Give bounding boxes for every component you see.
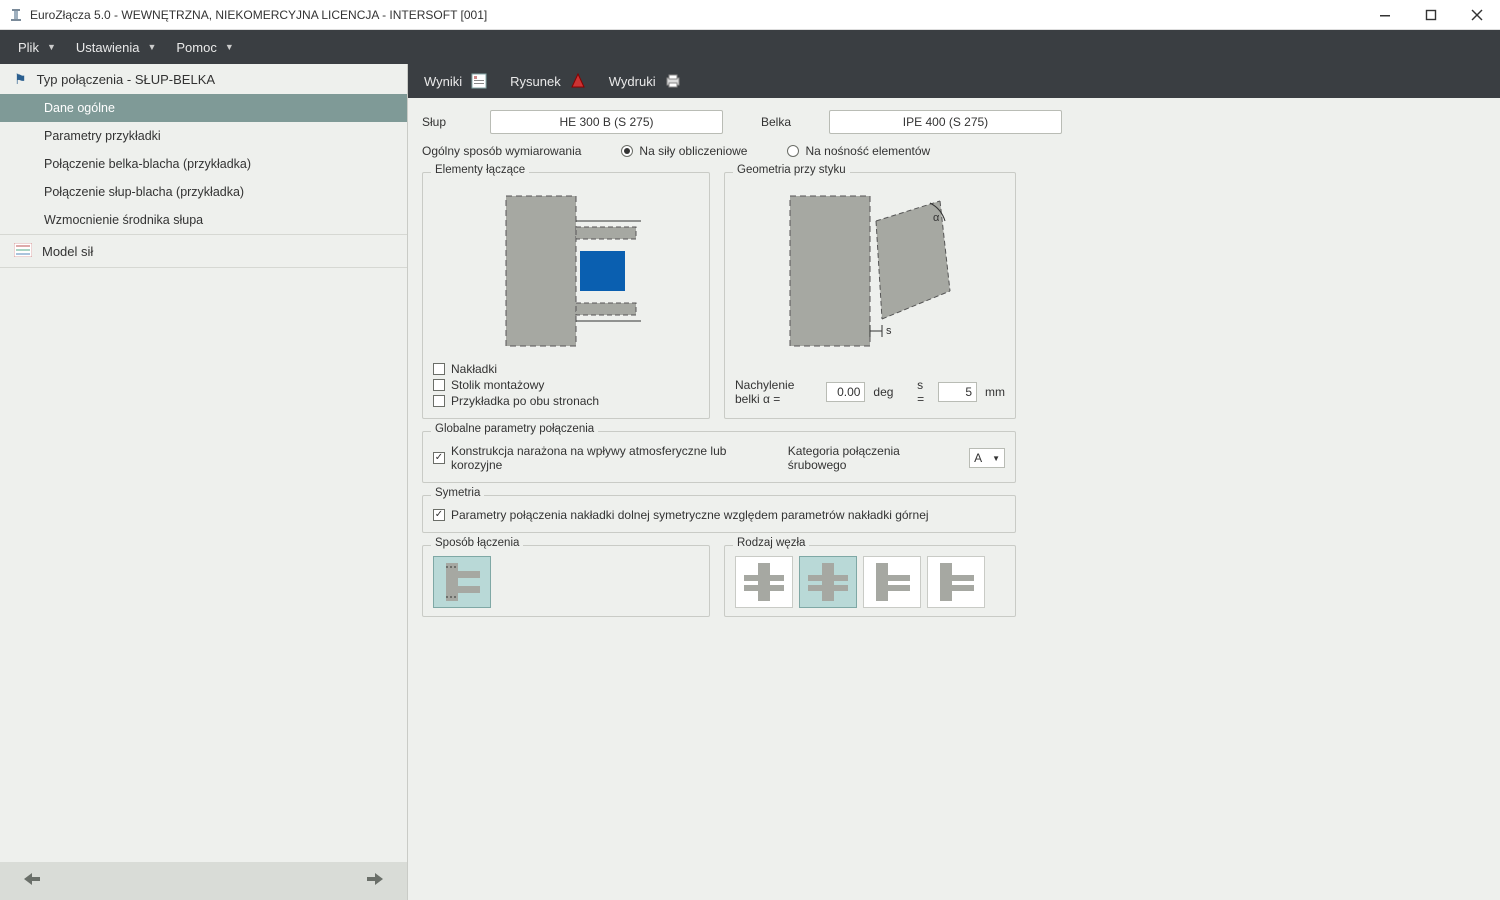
group-title: Sposób łączenia	[431, 537, 523, 549]
sidebar-item-polaczenie-belka-blacha[interactable]: Połączenie belka-blacha (przykładka)	[0, 150, 407, 178]
chevron-down-icon: ▼	[992, 454, 1000, 463]
svg-text:α: α	[933, 212, 940, 224]
minimize-button[interactable]	[1362, 0, 1408, 30]
checkbox-przykladka-obu[interactable]: Przykładka po obu stronach	[433, 394, 699, 408]
sidebar: ⚑ Typ połączenia - SŁUP-BELKA Dane ogóln…	[0, 64, 408, 900]
main-panel: Wyniki Rysunek Wydruki Słup HE 300 B (S …	[408, 64, 1500, 900]
kategoria-label: Kategoria połączenia śrubowego	[788, 444, 961, 472]
flag-icon: ⚑	[14, 71, 27, 88]
group-elementy-laczace: Elementy łączące	[422, 172, 710, 419]
s-label: s =	[917, 378, 930, 406]
maximize-button[interactable]	[1408, 0, 1454, 30]
group-title: Elementy łączące	[431, 164, 529, 176]
toolbar-wydruki[interactable]: Wydruki	[601, 72, 690, 90]
sidebar-footer	[0, 862, 407, 900]
model-icon	[14, 243, 32, 260]
menu-pomoc[interactable]: Pomoc▼	[166, 40, 243, 55]
dimensioning-label: Ogólny sposób wymiarowania	[422, 144, 581, 158]
sidebar-section-title-2: Model sił	[42, 244, 93, 259]
sidebar-section-model-sil[interactable]: Model sił	[0, 234, 407, 268]
group-title: Rodzaj węzła	[733, 537, 809, 549]
sidebar-item-dane-ogolne[interactable]: Dane ogólne	[0, 94, 407, 122]
sidebar-section-connection-type[interactable]: ⚑ Typ połączenia - SŁUP-BELKA	[0, 64, 407, 94]
checkbox-korozja[interactable]: ✓Konstrukcja narażona na wpływy atmosfer…	[433, 444, 780, 472]
geometry-diagram: α s	[735, 191, 1005, 356]
results-icon	[470, 72, 488, 90]
nav-prev-button[interactable]	[22, 871, 40, 892]
checkbox-nakladki[interactable]: Nakładki	[433, 362, 699, 376]
group-title: Globalne parametry połączenia	[431, 423, 598, 435]
group-title: Symetria	[431, 487, 484, 499]
s-input[interactable]: 5	[938, 382, 977, 402]
deg-unit: deg	[873, 385, 893, 399]
sidebar-item-parametry-przykladki[interactable]: Parametry przykładki	[0, 122, 407, 150]
content: Słup HE 300 B (S 275) Belka IPE 400 (S 2…	[408, 98, 1500, 629]
group-globalne-parametry: Globalne parametry połączenia ✓Konstrukc…	[422, 431, 1016, 483]
toolbar-wyniki[interactable]: Wyniki	[416, 72, 496, 90]
window-title: EuroZłącza 5.0 - WEWNĘTRZNA, NIEKOMERCYJ…	[30, 8, 1362, 22]
window-controls	[1362, 0, 1500, 30]
rodzaj-option-4[interactable]	[927, 556, 985, 608]
svg-text:s: s	[886, 325, 892, 337]
group-title: Geometria przy styku	[733, 164, 850, 176]
printer-icon	[664, 72, 682, 90]
elements-diagram	[433, 191, 699, 356]
drawing-icon	[569, 72, 587, 90]
belka-profile-button[interactable]: IPE 400 (S 275)	[829, 110, 1062, 134]
titlebar: EuroZłącza 5.0 - WEWNĘTRZNA, NIEKOMERCYJ…	[0, 0, 1500, 30]
group-rodzaj-wezla: Rodzaj węzła	[724, 545, 1016, 617]
chevron-down-icon: ▼	[147, 42, 156, 52]
rodzaj-option-3[interactable]	[863, 556, 921, 608]
sposob-option-1[interactable]	[433, 556, 491, 608]
checkbox-stolik[interactable]: Stolik montażowy	[433, 378, 699, 392]
rodzaj-option-1[interactable]	[735, 556, 793, 608]
sidebar-item-polaczenie-slup-blacha[interactable]: Połączenie słup-blacha (przykładka)	[0, 178, 407, 206]
sidebar-item-wzmocnienie-srodnika[interactable]: Wzmocnienie środnika słupa	[0, 206, 407, 234]
group-symetria: Symetria ✓Parametry połączenia nakładki …	[422, 495, 1016, 533]
mm-unit: mm	[985, 385, 1005, 399]
slup-profile-button[interactable]: HE 300 B (S 275)	[490, 110, 723, 134]
group-sposob-laczenia: Sposób łączenia	[422, 545, 710, 617]
menu-ustawienia[interactable]: Ustawienia▼	[66, 40, 167, 55]
results-toolbar: Wyniki Rysunek Wydruki	[408, 64, 1500, 98]
kategoria-select[interactable]: A▼	[969, 448, 1005, 468]
chevron-down-icon: ▼	[225, 42, 234, 52]
sidebar-list: Dane ogólne Parametry przykładki Połącze…	[0, 94, 407, 234]
alpha-input[interactable]: 0.00	[826, 382, 865, 402]
close-button[interactable]	[1454, 0, 1500, 30]
group-geometria: Geometria przy styku α	[724, 172, 1016, 419]
nachylenie-label: Nachylenie belki α =	[735, 378, 818, 406]
sidebar-section-title: Typ połączenia - SŁUP-BELKA	[37, 72, 215, 87]
app-icon	[8, 7, 24, 23]
slup-label: Słup	[422, 115, 476, 129]
menu-plik[interactable]: Plik▼	[8, 40, 66, 55]
rodzaj-option-2[interactable]	[799, 556, 857, 608]
menubar: Plik▼ Ustawienia▼ Pomoc▼	[0, 30, 1500, 64]
radio-na-sily[interactable]: Na siły obliczeniowe	[621, 144, 747, 158]
radio-na-nosnosc[interactable]: Na nośność elementów	[787, 144, 930, 158]
toolbar-rysunek[interactable]: Rysunek	[502, 72, 595, 90]
belka-label: Belka	[761, 115, 815, 129]
nav-next-button[interactable]	[367, 871, 385, 892]
checkbox-symetria[interactable]: ✓Parametry połączenia nakładki dolnej sy…	[433, 508, 1005, 522]
chevron-down-icon: ▼	[47, 42, 56, 52]
